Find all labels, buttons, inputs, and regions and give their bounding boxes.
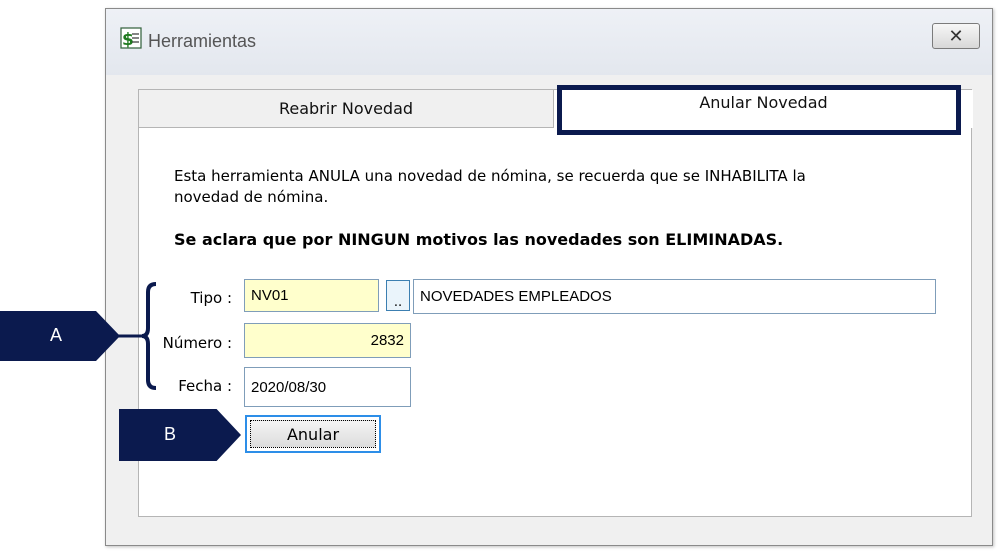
svg-text:$: $ [122,30,134,49]
tipo-description-field: NOVEDADES EMPLEADOS [413,279,936,314]
tab-anular-novedad[interactable]: Anular Novedad [554,90,973,128]
tipo-lookup-button[interactable]: .. [386,280,410,311]
anular-button-label: Anular [286,424,340,444]
window-title: Herramientas [148,31,257,51]
anular-button[interactable]: Anular [245,415,381,453]
spreadsheet-icon: $ [120,27,142,49]
tipo-code-field[interactable]: NV01 [244,279,379,312]
tipo-description-value: NOVEDADES EMPLEADOS [420,288,612,305]
callout-a: A [0,311,120,361]
numero-value: 2832 [370,332,404,349]
callout-b: B [119,409,241,461]
tipo-code-value: NV01 [251,287,289,304]
warning-note: Se aclara que por NINGUN motivos las nov… [174,230,784,249]
numero-field[interactable]: 2832 [244,323,411,358]
tab-reabrir-novedad[interactable]: Reabrir Novedad [139,90,554,128]
tab-label: Anular Novedad [699,92,828,112]
callout-b-label: B [164,424,177,444]
close-icon: ✕ [948,25,964,47]
tab-label: Reabrir Novedad [278,99,414,118]
fecha-field[interactable]: 2020/08/30 [244,367,411,407]
fecha-value: 2020/08/30 [251,378,327,396]
tool-description: Esta herramienta ANULA una novedad de nó… [174,167,806,206]
herramientas-window: $ Herramientas ✕ Reabrir Novedad Anular … [105,8,993,546]
ellipsis-icon: .. [393,295,403,310]
close-button[interactable]: ✕ [932,23,980,49]
title-bar[interactable]: $ Herramientas ✕ [106,9,992,75]
callout-a-label: A [50,325,63,345]
